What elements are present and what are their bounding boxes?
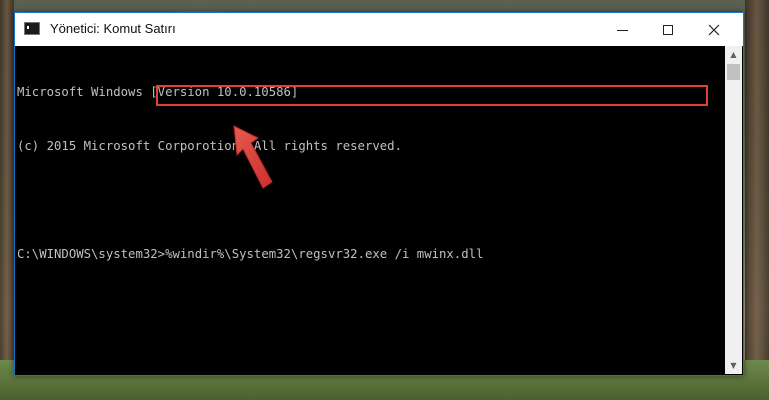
tree-trunk [745, 0, 769, 400]
window-title: Yönetici: Komut Satırı [50, 21, 176, 36]
scroll-down-icon[interactable]: ▼ [725, 357, 742, 374]
console-command[interactable]: %windir%\System32\regsvr32.exe /i mwinx.… [165, 247, 483, 261]
command-prompt-window[interactable]: Yönetici: Komut Satırı Microsoft Windows… [14, 12, 744, 376]
cmd-icon[interactable] [24, 22, 40, 35]
tree-trunk [0, 0, 14, 400]
console-line-copyright: (c) 2015 Microsoft Corporotion. All righ… [17, 139, 402, 153]
close-icon [708, 24, 720, 35]
scroll-thumb[interactable] [727, 64, 740, 80]
close-button[interactable] [691, 13, 737, 46]
maximize-icon [663, 24, 673, 35]
minimize-icon [616, 30, 628, 31]
scroll-up-icon[interactable]: ▲ [725, 46, 742, 63]
title-bar[interactable]: Yönetici: Komut Satırı [15, 13, 743, 46]
red-arrow-icon [233, 125, 273, 189]
minimize-button[interactable] [599, 13, 645, 46]
vertical-scrollbar[interactable]: ▲ ▼ [725, 46, 742, 374]
console-command-line: C:\WINDOWS\system32>%windir%\System32\re… [17, 245, 725, 263]
maximize-button[interactable] [645, 13, 691, 46]
command-highlight-box [156, 85, 708, 106]
console-prompt: C:\WINDOWS\system32> [17, 247, 166, 261]
